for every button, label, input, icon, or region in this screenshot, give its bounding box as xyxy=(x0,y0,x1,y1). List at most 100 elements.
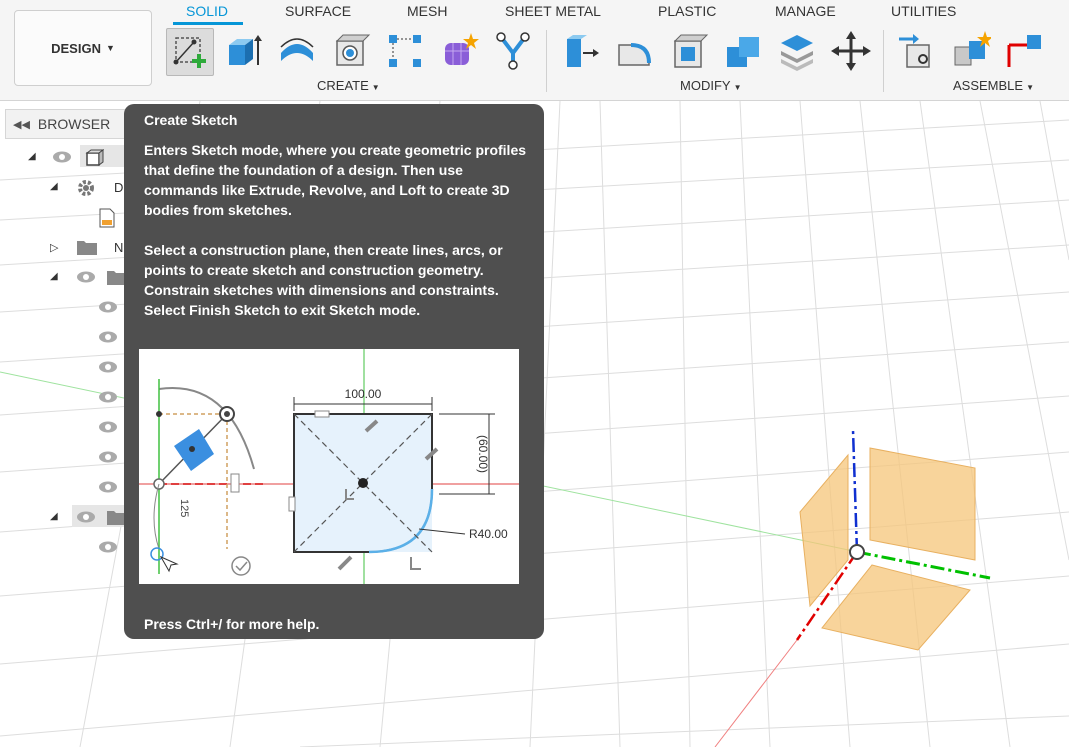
workspace-switcher-button[interactable]: DESIGN ▼ xyxy=(14,10,152,86)
create-menu[interactable]: CREATE ▼ xyxy=(317,78,380,93)
component-icon xyxy=(85,149,104,166)
tree-row-document-settings[interactable]: ◢ D xyxy=(0,175,130,201)
eye-icon[interactable] xyxy=(98,539,118,555)
create-sketch-icon xyxy=(173,37,206,68)
expand-triangle-icon[interactable]: ◢ xyxy=(50,181,58,192)
create-sketch-tooltip: Create Sketch Enters Sketch mode, where … xyxy=(124,104,544,639)
tab-plastic[interactable]: PLASTIC xyxy=(658,3,716,19)
active-tab-indicator xyxy=(173,22,243,25)
press-pull-button[interactable] xyxy=(558,28,604,74)
as-built-joint-button[interactable] xyxy=(1002,28,1048,74)
move-copy-button[interactable] xyxy=(828,28,874,74)
as-built-joint-icon xyxy=(1007,35,1041,67)
collapse-panel-icon[interactable]: ◀◀ xyxy=(13,118,30,131)
sketch-illustration: 125 100.00 (60.00) R40.00 xyxy=(139,349,519,584)
eye-icon[interactable] xyxy=(98,329,118,345)
derive-button[interactable] xyxy=(490,28,536,74)
new-component-button[interactable] xyxy=(894,28,940,74)
tooltip-description: Enters Sketch mode, where you create geo… xyxy=(144,142,527,218)
press-pull-icon xyxy=(567,35,599,67)
document-icon xyxy=(99,208,115,228)
height-dimension: (60.00) xyxy=(476,435,490,473)
create-sketch-button[interactable] xyxy=(166,28,214,76)
browser-panel-header[interactable]: ◀◀ BROWSER xyxy=(5,109,131,139)
ribbon-toolbar: DESIGN ▼ SOLID SURFACE MESH SHEET METAL … xyxy=(0,0,1069,101)
tree-row-origin-item[interactable] xyxy=(0,415,130,441)
chevron-down-icon: ▼ xyxy=(371,83,380,92)
chevron-down-icon: ▼ xyxy=(733,83,742,92)
expand-triangle-icon[interactable]: ◢ xyxy=(28,151,36,162)
tab-solid[interactable]: SOLID xyxy=(186,3,228,19)
tree-row-sketches[interactable]: ◢ xyxy=(0,505,130,531)
hole-button[interactable] xyxy=(328,28,374,74)
collapsed-triangle-icon[interactable]: ▷ xyxy=(50,241,58,254)
eye-icon[interactable] xyxy=(76,269,96,285)
fillet-button[interactable] xyxy=(612,28,658,74)
extrude-icon xyxy=(229,35,262,65)
eye-icon[interactable] xyxy=(98,479,118,495)
tab-surface[interactable]: SURFACE xyxy=(285,3,351,19)
assemble-menu[interactable]: ASSEMBLE ▼ xyxy=(953,78,1034,93)
eye-icon[interactable] xyxy=(98,359,118,375)
tree-row-root[interactable]: ◢ xyxy=(0,145,130,171)
tooltip-instructions: Select a construction plane, then create… xyxy=(144,242,503,318)
modify-menu[interactable]: MODIFY ▼ xyxy=(680,78,741,93)
tooltip-help-hint: Press Ctrl+/ for more help. xyxy=(144,616,320,632)
eye-icon[interactable] xyxy=(98,449,118,465)
move-icon xyxy=(831,31,871,71)
eye-icon[interactable] xyxy=(98,419,118,435)
tree-row-label: D xyxy=(114,180,124,195)
radius-dimension: R40.00 xyxy=(469,527,508,541)
browser-title: BROWSER xyxy=(37,116,111,132)
revolve-icon xyxy=(280,38,314,61)
eye-icon[interactable] xyxy=(98,389,118,405)
combine-button[interactable] xyxy=(720,28,766,74)
group-divider xyxy=(883,30,884,92)
expand-triangle-icon[interactable]: ◢ xyxy=(50,271,58,282)
tree-row-origin-item[interactable] xyxy=(0,355,130,381)
tab-sheet-metal[interactable]: SHEET METAL xyxy=(505,3,601,19)
folder-icon xyxy=(77,241,97,255)
derive-icon xyxy=(496,32,530,70)
rectangular-pattern-button[interactable] xyxy=(382,28,428,74)
create-form-button[interactable] xyxy=(436,28,482,74)
tab-manage[interactable]: MANAGE xyxy=(775,3,836,19)
create-menu-label: CREATE xyxy=(317,78,369,93)
tree-row-origin-item[interactable] xyxy=(0,445,130,471)
tooltip-title: Create Sketch xyxy=(144,112,238,128)
pattern-icon xyxy=(389,35,421,67)
offset-face-button[interactable] xyxy=(774,28,820,74)
origin-planes[interactable] xyxy=(799,447,976,651)
workspace-label: DESIGN xyxy=(51,40,101,56)
tree-row-origin-item[interactable] xyxy=(0,385,130,411)
gear-icon xyxy=(78,180,94,196)
angle-dimension: 125 xyxy=(178,499,190,517)
chevron-down-icon: ▼ xyxy=(1026,83,1035,92)
joint-icon xyxy=(954,31,991,66)
revolve-button[interactable] xyxy=(274,28,320,74)
tree-row-origin-item[interactable] xyxy=(0,295,130,321)
new-component-icon xyxy=(899,34,930,68)
shell-button[interactable] xyxy=(666,28,712,74)
combine-icon xyxy=(727,37,759,67)
tab-utilities[interactable]: UTILITIES xyxy=(891,3,956,19)
tree-row-sketch-item[interactable] xyxy=(0,535,130,561)
eye-icon[interactable] xyxy=(52,149,72,165)
tree-row-units[interactable] xyxy=(0,205,130,231)
assemble-menu-label: ASSEMBLE xyxy=(953,78,1024,93)
tree-row-origin-item[interactable] xyxy=(0,325,130,351)
group-divider xyxy=(546,30,547,92)
tree-row-origin[interactable]: ◢ xyxy=(0,265,130,291)
shell-icon xyxy=(673,34,709,68)
origin-point xyxy=(849,544,865,560)
tree-row-origin-item[interactable] xyxy=(0,475,130,501)
joint-button[interactable] xyxy=(948,28,994,74)
expand-triangle-icon[interactable]: ◢ xyxy=(50,511,58,522)
eye-icon[interactable] xyxy=(76,509,96,525)
fillet-icon xyxy=(618,43,651,66)
eye-icon[interactable] xyxy=(98,299,118,315)
extrude-button[interactable] xyxy=(220,28,266,74)
tree-row-label: N xyxy=(114,240,124,255)
tree-row-named-views[interactable]: ▷ N xyxy=(0,235,130,261)
tab-mesh[interactable]: MESH xyxy=(407,3,447,19)
